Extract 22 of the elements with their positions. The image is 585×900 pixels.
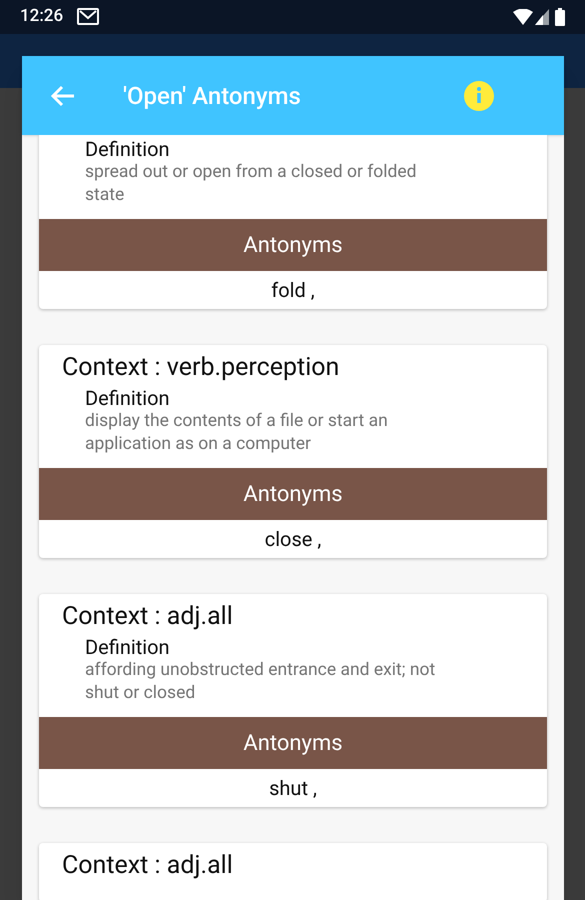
antonyms-header: Antonyms <box>39 468 547 520</box>
dialog-title: 'Open' Antonyms <box>123 80 301 112</box>
context-title: Context : verb.perception <box>61 352 340 384</box>
definition-text: display the contents of a file or start an application as on a computer <box>84 410 389 456</box>
definition-label: Definition <box>84 386 171 410</box>
antonym-word: shut , <box>268 775 318 802</box>
definition-text: spread out or open from a closed or folded state <box>84 161 418 207</box>
status-time: 12:26 <box>20 5 64 28</box>
antonyms-header: Antonyms <box>39 717 547 769</box>
mail-icon <box>77 8 100 26</box>
context-title: Context : adj.all <box>61 601 234 633</box>
battery-icon <box>555 8 565 26</box>
info-icon[interactable] <box>464 80 494 110</box>
definition-text: affording unobstructed entrance and exit; not shut or closed <box>84 659 436 705</box>
antonyms-header: Antonyms <box>39 219 547 271</box>
antonym-word: close , <box>264 526 322 553</box>
definition-label: Definition <box>84 137 171 161</box>
antonym-word: fold , <box>270 277 316 304</box>
definition-label: Definition <box>84 635 171 659</box>
signal-icon <box>535 9 549 25</box>
wifi-icon <box>513 9 533 25</box>
context-title: Context : adj.all <box>61 850 234 882</box>
